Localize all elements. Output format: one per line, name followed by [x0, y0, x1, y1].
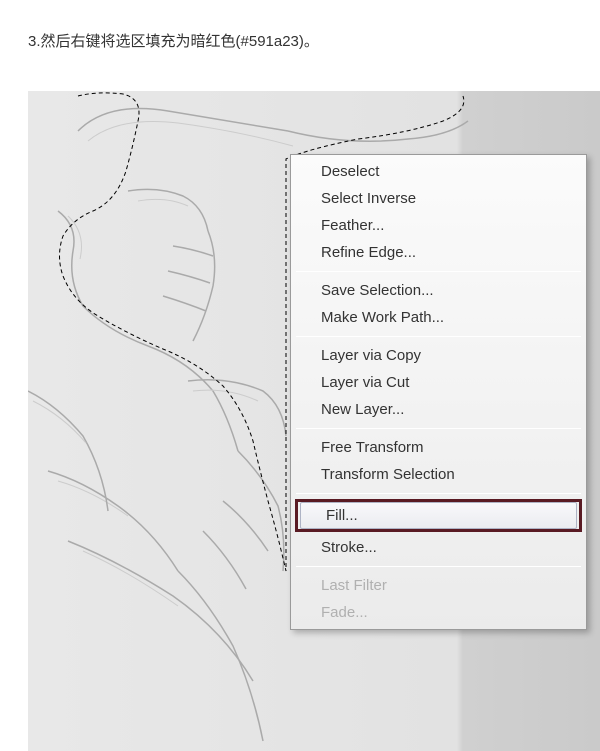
menu-separator [296, 271, 581, 272]
menu-new-layer[interactable]: New Layer... [293, 396, 584, 423]
menu-layer-via-cut[interactable]: Layer via Cut [293, 369, 584, 396]
menu-make-work-path[interactable]: Make Work Path... [293, 304, 584, 331]
menu-stroke[interactable]: Stroke... [293, 534, 584, 561]
menu-separator [296, 336, 581, 337]
menu-separator [296, 493, 581, 494]
menu-separator [296, 428, 581, 429]
menu-fade: Fade... [293, 599, 584, 626]
menu-fill-highlight: Fill... [295, 499, 582, 532]
menu-refine-edge[interactable]: Refine Edge... [293, 239, 584, 266]
canvas-area: Deselect Select Inverse Feather... Refin… [28, 91, 600, 751]
menu-last-filter: Last Filter [293, 572, 584, 599]
menu-feather[interactable]: Feather... [293, 212, 584, 239]
menu-separator [296, 566, 581, 567]
instruction-text: 3.然后右键将选区填充为暗红色(#591a23)。 [0, 0, 600, 51]
context-menu: Deselect Select Inverse Feather... Refin… [290, 154, 587, 630]
menu-transform-selection[interactable]: Transform Selection [293, 461, 584, 488]
menu-layer-via-copy[interactable]: Layer via Copy [293, 342, 584, 369]
menu-save-selection[interactable]: Save Selection... [293, 277, 584, 304]
menu-fill[interactable]: Fill... [300, 502, 577, 529]
menu-free-transform[interactable]: Free Transform [293, 434, 584, 461]
menu-deselect[interactable]: Deselect [293, 158, 584, 185]
menu-select-inverse[interactable]: Select Inverse [293, 185, 584, 212]
